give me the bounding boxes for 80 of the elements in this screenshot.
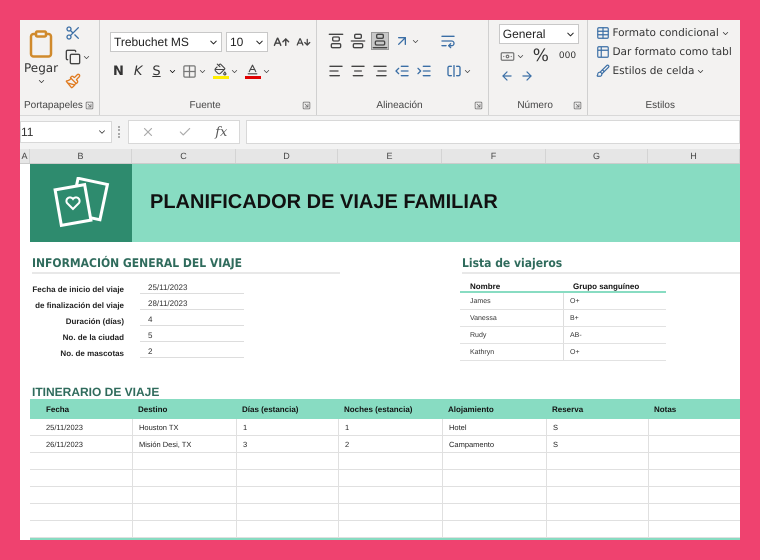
column-header[interactable]: G <box>546 148 648 163</box>
outdent-icon <box>394 63 410 79</box>
launcher-icon[interactable] <box>573 100 582 110</box>
insert-function-button[interactable]: fx <box>215 124 228 140</box>
field-value: 5 <box>140 331 244 342</box>
column-heading: Notas <box>653 404 678 414</box>
align-center-icon <box>350 63 366 79</box>
photos-icon <box>52 176 110 229</box>
group-label: Número <box>517 100 553 112</box>
column-header[interactable]: C <box>132 148 236 163</box>
font-size-field[interactable]: 10 <box>226 32 268 52</box>
section-title: INFORMACIÓN GENERAL DEL VIAJE <box>32 256 340 274</box>
launcher-icon[interactable] <box>302 100 312 110</box>
field-value: 2 <box>140 347 244 358</box>
group-label: Fuente <box>190 100 221 112</box>
launcher-icon[interactable] <box>474 100 483 110</box>
field-label: Duración (días) <box>64 317 125 326</box>
column-heading: Destino <box>137 404 168 414</box>
column-heading: Días (estancia) <box>241 404 300 414</box>
scissors-icon <box>65 25 82 41</box>
font-color-button[interactable] <box>244 62 272 80</box>
field-value: 4 <box>140 315 244 326</box>
vertical-align-button[interactable] <box>349 32 368 50</box>
bold-button[interactable]: N <box>110 64 127 78</box>
column-header[interactable]: E <box>338 148 442 163</box>
name-box[interactable]: 11 <box>20 121 112 144</box>
copy-icon <box>65 49 82 65</box>
column-heading: Alojamiento <box>447 404 495 414</box>
borders-button[interactable] <box>180 62 208 80</box>
vertical-align-button[interactable] <box>371 32 390 50</box>
field-label: No. de la ciudad <box>62 333 125 342</box>
right-arrow-icon <box>520 69 534 83</box>
column-heading: Fecha <box>45 404 70 414</box>
dots-icon <box>118 126 122 138</box>
banner-title: PLANIFICADOR DE VIAJE FAMILIAR <box>150 191 498 214</box>
borders-icon <box>182 64 197 78</box>
paintbrush-icon <box>65 73 82 89</box>
column-header[interactable]: H <box>648 148 740 163</box>
underline-button[interactable]: S <box>149 64 164 78</box>
column-heading: Reserva <box>551 404 584 414</box>
style-menu-button[interactable]: Estilos de celda <box>596 64 736 78</box>
font-name-field[interactable]: Trebuchet MS <box>110 32 222 52</box>
fill-color-button[interactable] <box>212 62 240 80</box>
field-label: No. de mascotas <box>59 349 125 358</box>
align-right-icon <box>372 63 388 79</box>
style-menu-button[interactable]: Dar formato como tabl <box>596 45 736 59</box>
indent-icon <box>416 63 432 79</box>
align-lines-icon <box>350 33 366 49</box>
column-heading: Nombre <box>469 282 502 291</box>
field-label: de finalización del viaje <box>34 301 125 310</box>
column-heading: Noches (estancia) <box>343 404 414 414</box>
column-header[interactable]: A <box>20 148 30 163</box>
number-format-field[interactable]: General <box>498 24 579 44</box>
column-header[interactable]: F <box>442 148 546 163</box>
launcher-icon[interactable] <box>84 100 94 110</box>
percent-button[interactable]: % <box>530 46 552 66</box>
formula-input[interactable] <box>246 120 740 144</box>
italic-button[interactable]: K <box>130 64 146 78</box>
fill-color-icon <box>212 63 229 79</box>
merge-cells-icon <box>446 63 462 79</box>
vertical-align-button[interactable] <box>327 32 346 50</box>
column-header[interactable]: D <box>236 148 338 163</box>
group-label: Portapapeles <box>24 100 83 112</box>
wrap-text-icon <box>440 33 456 49</box>
field-value: 28/11/2023 <box>140 299 244 310</box>
group-label: Alineación <box>376 100 423 112</box>
paste-button[interactable]: Pegar <box>24 28 58 86</box>
align-lines-icon <box>328 33 344 49</box>
font-color-icon <box>244 63 261 79</box>
column-header[interactable]: B <box>30 148 132 163</box>
field-label: Fecha de inicio del viaje <box>31 285 125 294</box>
align-left-icon <box>328 63 344 79</box>
style-menu-button[interactable]: Formato condicional <box>596 26 736 40</box>
align-lines-icon <box>372 33 388 49</box>
section-title: Lista de viajeros <box>462 256 740 274</box>
thousands-button[interactable]: 000 <box>556 51 580 61</box>
field-value: 25/11/2023 <box>140 283 244 294</box>
section-title: ITINERARIO DE VIAJE <box>31 385 160 399</box>
column-heading: Grupo sanguíneo <box>572 282 640 291</box>
group-label: Estilos <box>646 100 675 112</box>
